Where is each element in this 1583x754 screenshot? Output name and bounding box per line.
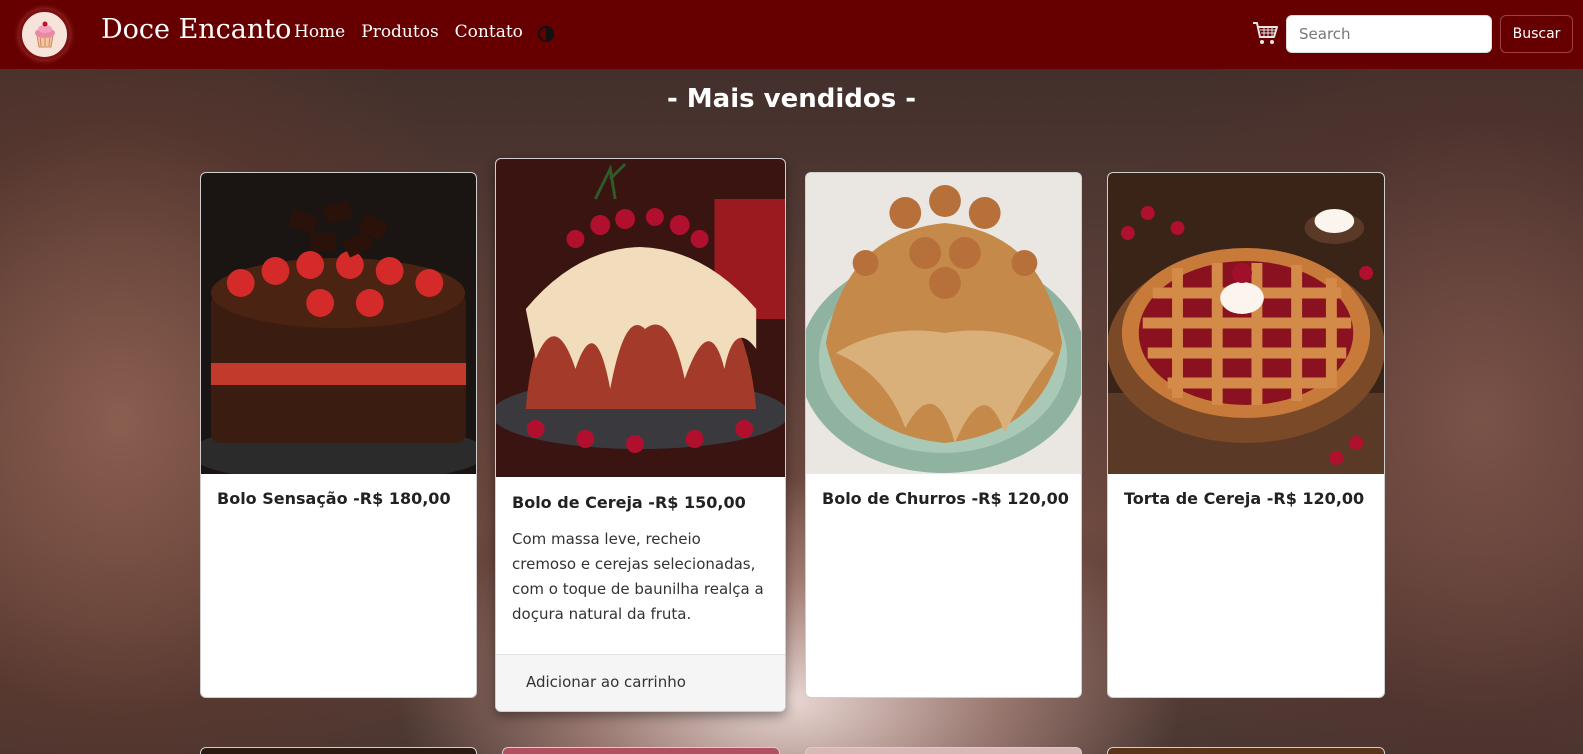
section-title: - Mais vendidos - [666,84,917,114]
product-card[interactable]: Torta de Cereja -R$ 120,00 [1107,172,1385,698]
product-card-partial[interactable] [200,747,477,754]
shopping-cart-icon[interactable] [1251,19,1279,47]
nav-contato[interactable]: Contato [455,22,523,42]
main-nav: Home Produtos Contato [294,22,523,42]
product-card[interactable]: Bolo de Cereja -R$ 150,00 Com massa leve… [495,158,786,712]
product-title: Torta de Cereja -R$ 120,00 [1124,489,1365,508]
product-card[interactable]: Bolo Sensação -R$ 180,00 [200,172,477,698]
half-moon-icon[interactable] [537,25,555,43]
brand-name[interactable]: Doce Encanto [101,14,291,45]
product-image [496,159,785,477]
navbar: Doce Encanto Home Produtos Contato Busca… [0,0,1583,69]
product-title: Bolo de Churros -R$ 120,00 [822,489,1069,508]
product-description: Com massa leve, recheio cremoso e cereja… [512,530,764,623]
add-to-cart-label: Adicionar ao carrinho [526,673,686,691]
cupcake-logo-icon[interactable] [19,9,70,60]
search-button[interactable]: Buscar [1500,15,1573,53]
search-input[interactable] [1286,15,1492,53]
product-image [1108,173,1384,474]
product-title: Bolo de Cereja -R$ 150,00 [512,493,746,512]
product-card-partial[interactable] [1107,747,1385,754]
product-card-partial[interactable] [805,747,1082,754]
product-card[interactable]: Bolo de Churros -R$ 120,00 [805,172,1082,698]
nav-home[interactable]: Home [294,22,345,42]
product-title: Bolo Sensação -R$ 180,00 [217,489,451,508]
product-image [201,173,476,474]
product-image [806,173,1081,474]
nav-produtos[interactable]: Produtos [361,22,438,42]
product-card-partial[interactable] [502,747,780,754]
add-to-cart-button[interactable]: Adicionar ao carrinho [496,654,785,711]
